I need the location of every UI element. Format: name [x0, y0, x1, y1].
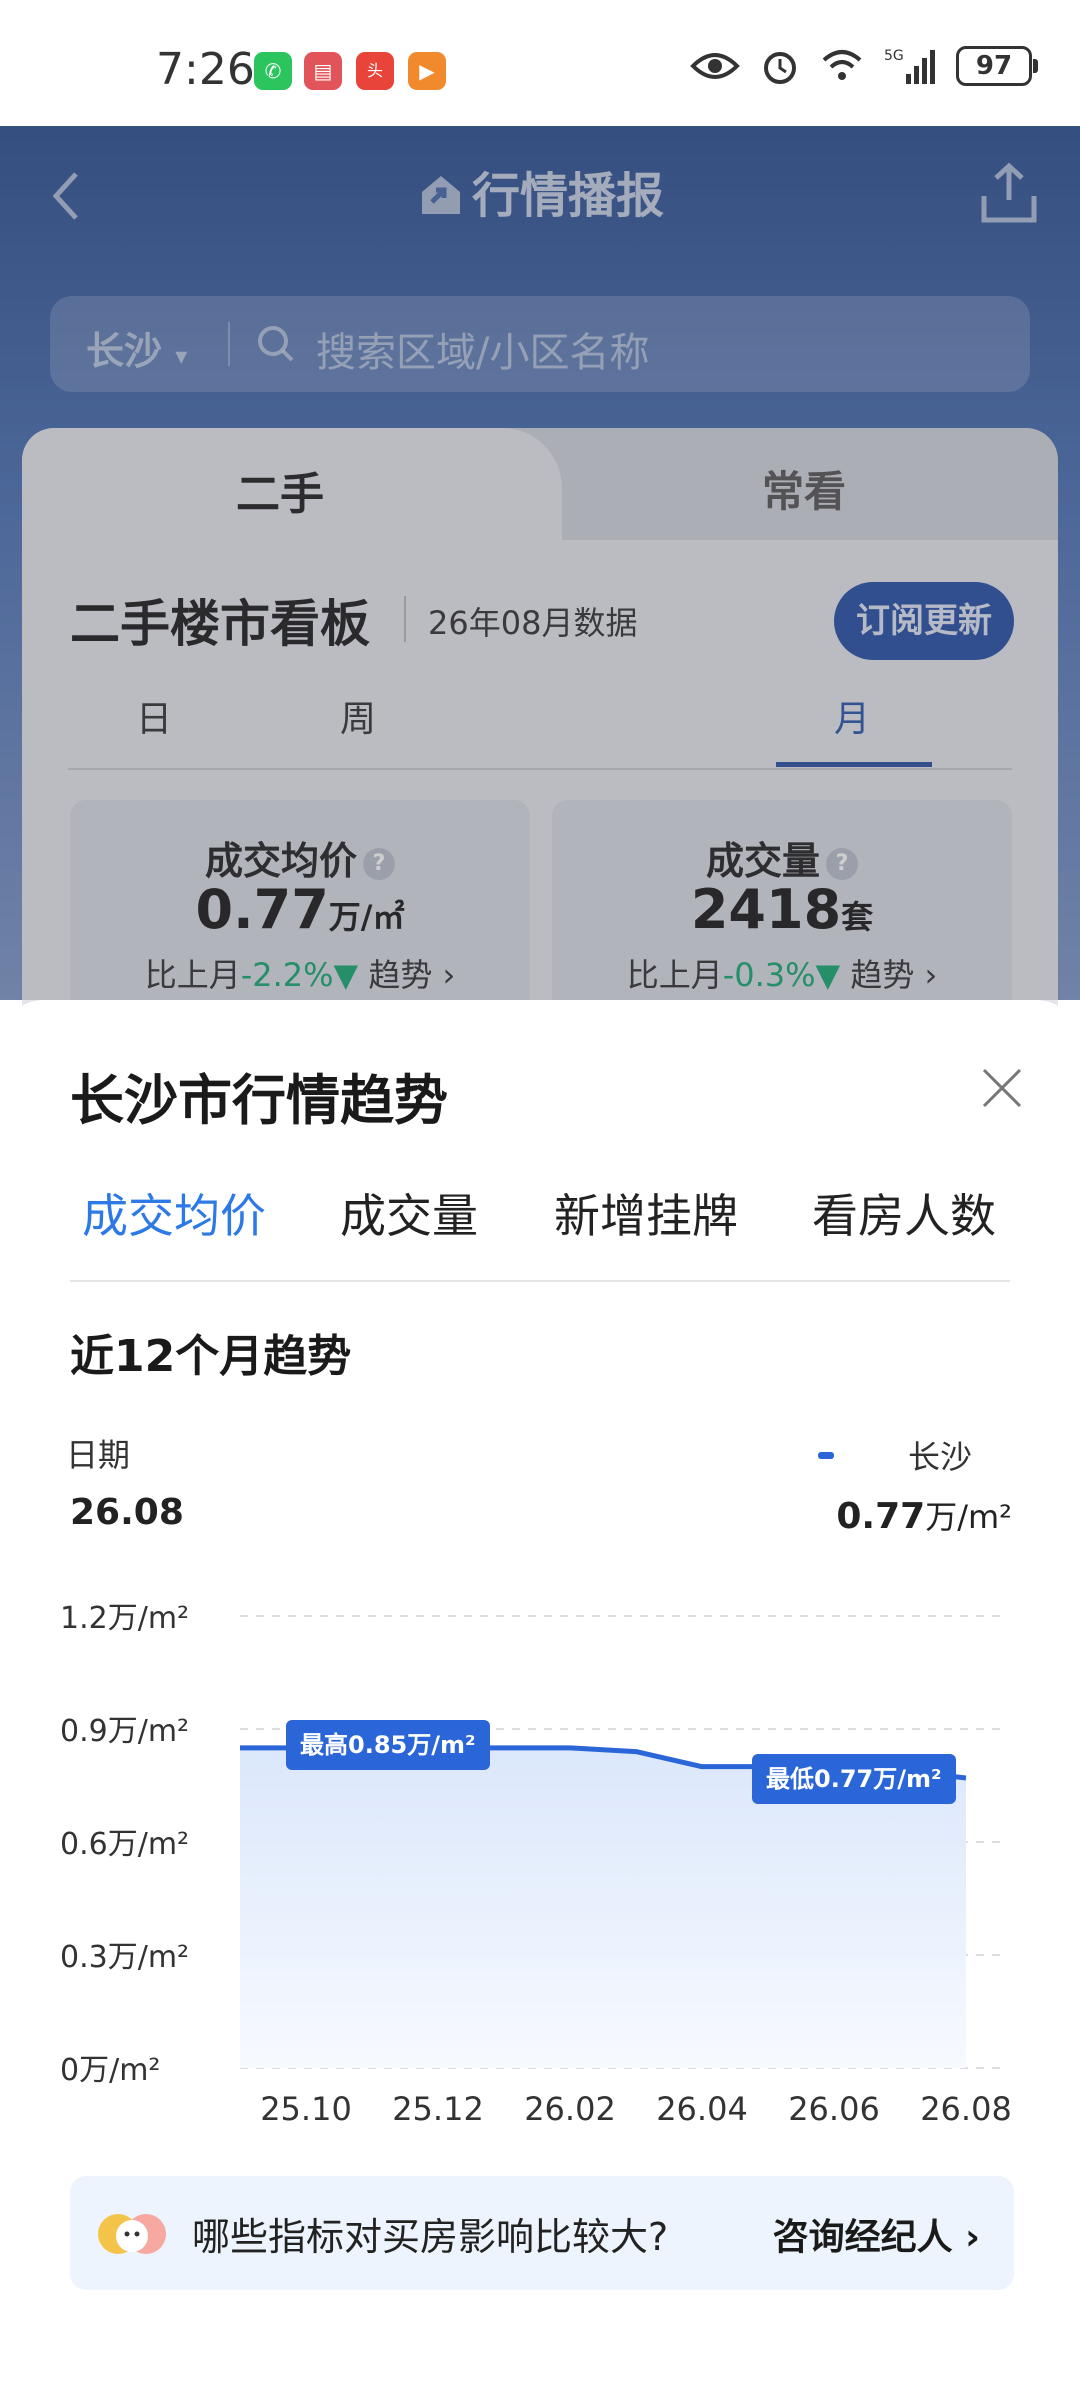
date-label: 日期	[66, 1436, 131, 1474]
tab-new-listings[interactable]: 新增挂牌	[554, 1180, 738, 1246]
consult-agent-label: 咨询经纪人	[772, 2217, 953, 2258]
legend-swatch	[818, 1452, 834, 1459]
chevron-right-icon: ›	[965, 2217, 980, 2258]
video-app-icon: ▶	[408, 52, 446, 90]
x-tick-label: 26.02	[524, 2090, 616, 2128]
consult-agent-link[interactable]: 咨询经纪人 ›	[773, 2208, 980, 2260]
wechat-icon: ✆	[254, 52, 292, 90]
advice-banner[interactable]: 哪些指标对买房影响比较大? 咨询经纪人 ›	[70, 2176, 1014, 2290]
x-tick-label: 25.12	[392, 2090, 484, 2128]
y-tick-label: 0.6万/m²	[60, 1827, 189, 1862]
legend-value-number: 0.77	[836, 1496, 926, 1537]
x-tick-label: 26.08	[920, 2090, 1012, 2128]
status-bar: 7:26 ✆ ▤ 头 ▶ 5G 97	[0, 0, 1080, 126]
y-tick-label: 0万/m²	[60, 2053, 160, 2088]
y-tick-label: 0.3万/m²	[60, 1940, 189, 1975]
reader-app-icon: ▤	[304, 52, 342, 90]
eye-icon	[690, 53, 740, 79]
signal-icon: 5G	[884, 48, 935, 84]
alarm-icon	[764, 52, 796, 84]
y-tick-label: 1.2万/m²	[60, 1601, 189, 1636]
toutiao-app-icon: 头	[356, 52, 394, 90]
battery-indicator: 97	[956, 46, 1038, 86]
x-tick-label: 26.04	[656, 2090, 748, 2128]
date-value: 26.08	[70, 1492, 184, 1533]
max-value-tooltip: 最高0.85万/m²	[286, 1719, 490, 1770]
close-icon[interactable]	[980, 1066, 1024, 1110]
x-tick-label: 25.10	[260, 2090, 352, 2128]
y-tick-label: 0.9万/m²	[60, 1714, 189, 1749]
status-time: 7:26	[156, 44, 255, 95]
wifi-icon	[822, 50, 862, 80]
agent-avatar-icon	[98, 2214, 166, 2254]
legend-value-unit: 万/m²	[925, 1498, 1012, 1536]
modal-overlay[interactable]	[0, 126, 1080, 1000]
trend-chart[interactable]: 1.2万/m² 0.9万/m² 0.6万/m² 0.3万/m² 0万/m² 25.10 25…	[0, 1560, 1080, 2140]
chart-subtitle: 近12个月趋势	[70, 1331, 352, 1382]
banner-question: 哪些指标对买房影响比较大?	[192, 2215, 669, 2259]
x-tick-label: 26.06	[788, 2090, 880, 2128]
min-value-tooltip: 最低0.77万/m²	[752, 1753, 956, 1804]
tab-viewers[interactable]: 看房人数	[812, 1180, 996, 1246]
svg-text:5G: 5G	[884, 48, 904, 64]
legend-city: 长沙	[907, 1438, 972, 1476]
trend-sheet: 长沙市行情趋势 成交均价 成交量 新增挂牌 看房人数 近12个月趋势 日期 26…	[0, 1000, 1080, 2400]
sheet-title: 长沙市行情趋势	[70, 1069, 448, 1132]
tab-avg-price[interactable]: 成交均价	[82, 1180, 266, 1246]
tab-volume[interactable]: 成交量	[340, 1180, 478, 1246]
divider	[70, 1280, 1010, 1282]
legend-value: 0.77万/m²	[836, 1492, 1012, 1538]
trend-chart-svg: 1.2万/m² 0.9万/m² 0.6万/m² 0.3万/m² 0万/m² 25.10 25…	[60, 1601, 1012, 2128]
